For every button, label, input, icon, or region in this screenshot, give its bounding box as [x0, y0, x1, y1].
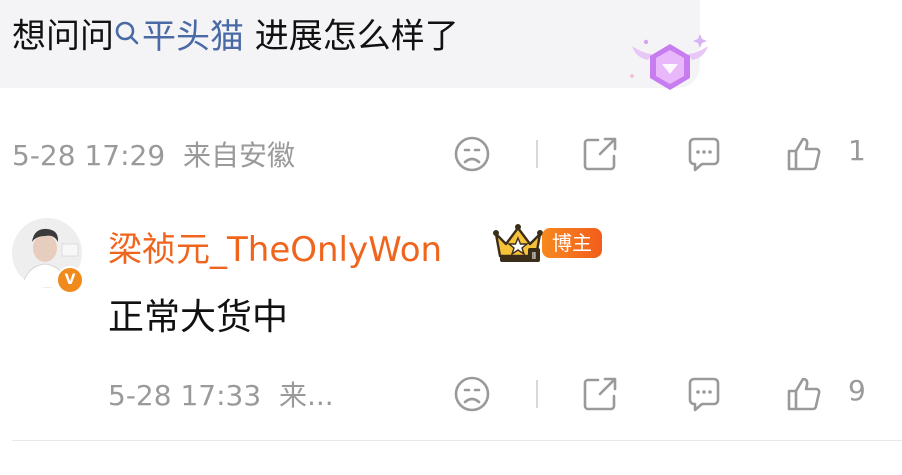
- svg-text:Ⅱ: Ⅱ: [532, 251, 537, 262]
- crown-icon: Ⅱ: [492, 222, 544, 264]
- topic-link[interactable]: 平头猫: [114, 17, 244, 57]
- reply-time: 5-28 17:33 来...: [108, 374, 334, 414]
- search-icon: [114, 12, 140, 58]
- thumbs-up-icon[interactable]: [784, 374, 824, 414]
- comment-bubble: 想问问 平头猫 进展怎么样了: [0, 0, 700, 88]
- thumbs-up-icon[interactable]: [784, 134, 824, 174]
- divider: [536, 140, 538, 168]
- share-icon[interactable]: [580, 134, 620, 174]
- diamond-badge-icon: [618, 30, 722, 96]
- verified-badge: V: [56, 266, 84, 294]
- comment-icon[interactable]: [684, 374, 724, 414]
- divider: [12, 440, 902, 441]
- comment-text-after: 进展怎么样了: [244, 16, 459, 57]
- comment-text: 想问问 平头猫 进展怎么样了: [12, 12, 459, 64]
- blogger-badge: 博主: [542, 228, 602, 258]
- comment-time-text: 5-28 17:29: [12, 139, 166, 172]
- comment-text-before: 想问问: [12, 16, 114, 57]
- sad-face-icon[interactable]: [452, 374, 492, 414]
- reply-location: 来...: [278, 379, 334, 412]
- topic-label: 平头猫: [142, 16, 244, 57]
- reply-meta-row: 5-28 17:33 来... 9: [0, 362, 902, 422]
- comment-meta-row: 5-28 17:29 来自安徽 1: [0, 122, 902, 182]
- comment-location: 来自安徽: [182, 139, 295, 172]
- username[interactable]: 梁祯元_TheOnlyWon: [108, 222, 442, 271]
- divider: [536, 380, 538, 408]
- reply-time-text: 5-28 17:33: [108, 379, 262, 412]
- comment-like-count: 1: [848, 134, 866, 167]
- reply-text: 正常大货中: [108, 297, 289, 338]
- reply-like-count: 9: [848, 374, 866, 407]
- comment-icon[interactable]: [684, 134, 724, 174]
- share-icon[interactable]: [580, 374, 620, 414]
- comment-time: 5-28 17:29 来自安徽: [12, 134, 295, 174]
- sad-face-icon[interactable]: [452, 134, 492, 174]
